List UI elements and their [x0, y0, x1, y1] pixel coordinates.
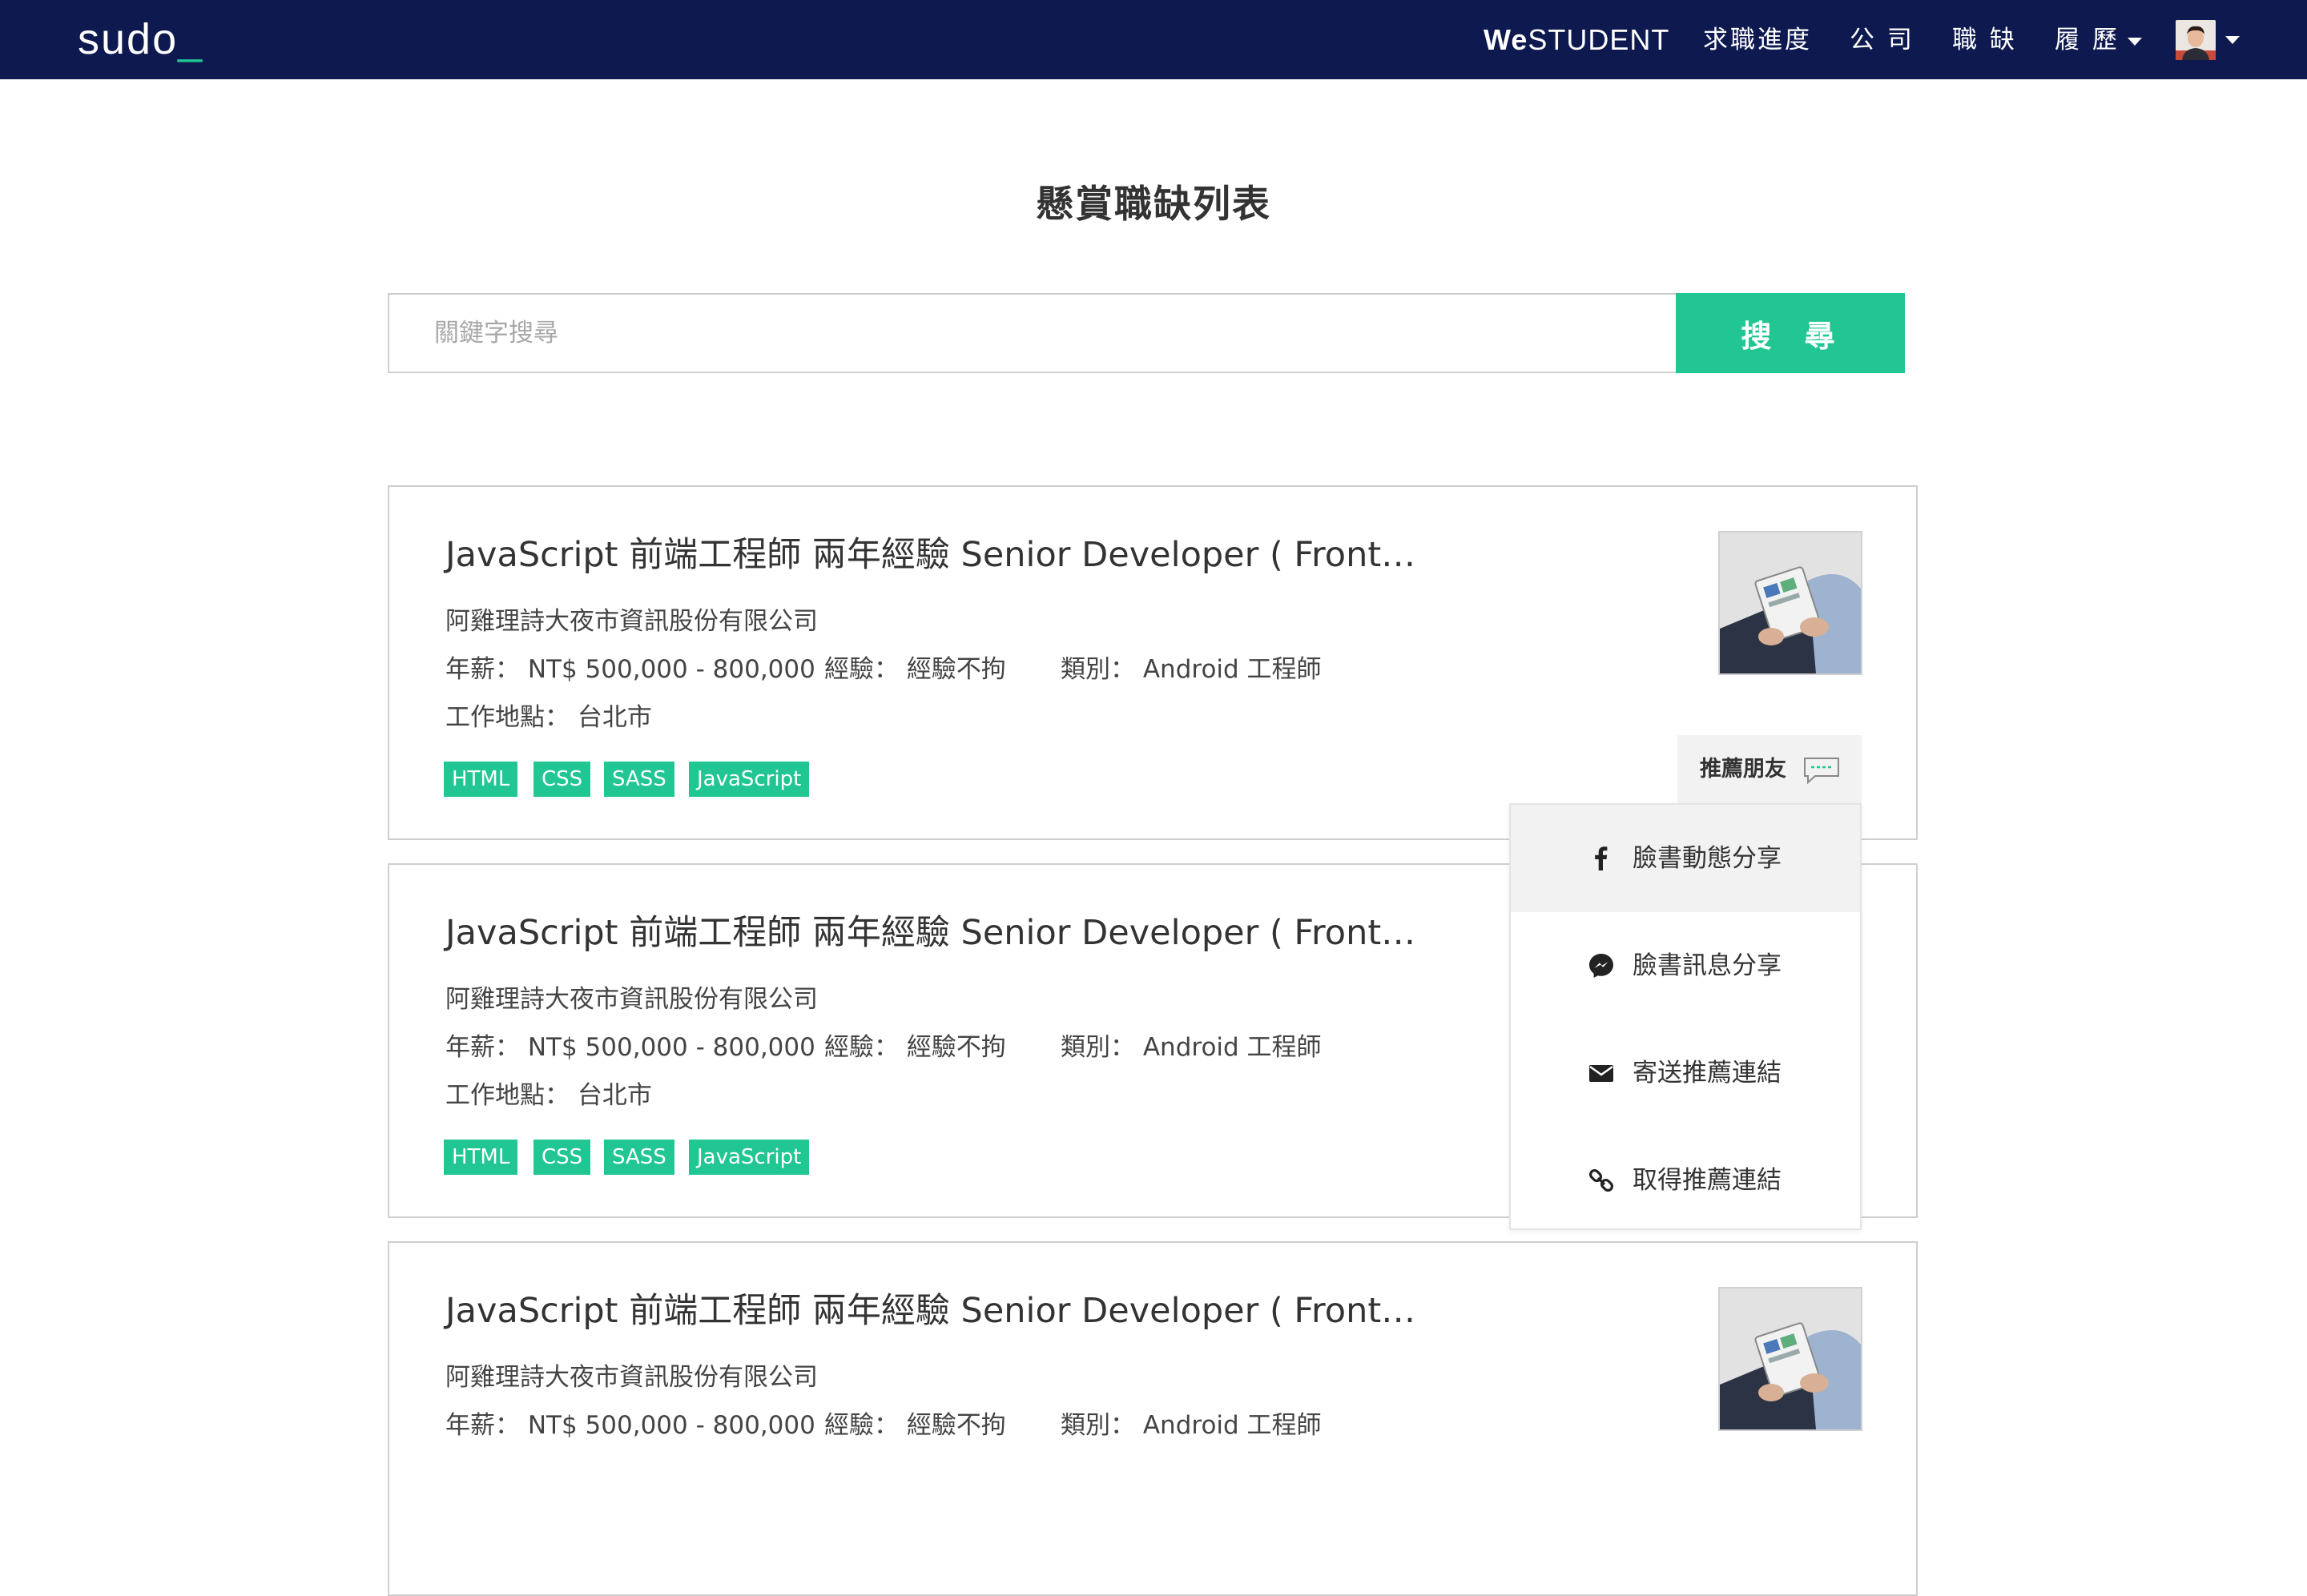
category-text: 類別： Android 工程師 — [1061, 1033, 1322, 1062]
nav-companies[interactable]: 公 司 — [1850, 22, 1914, 58]
brand-we-text: We — [1484, 23, 1528, 56]
tablet-photo-image — [1720, 1288, 1861, 1429]
avatar — [2176, 20, 2216, 60]
location-text: 工作地點： 台北市 — [445, 1081, 652, 1110]
envelope-icon — [1589, 1065, 1613, 1082]
company-name: 阿雞理詩大夜市資訊股份有限公司 — [445, 1363, 818, 1392]
job-title-link[interactable]: JavaScript 前端工程師 兩年經驗 Senior Developer (… — [445, 1283, 1415, 1339]
caret-down-icon — [2127, 37, 2142, 46]
tag-css[interactable]: CSS — [533, 762, 591, 797]
tag-html[interactable]: HTML — [444, 1140, 518, 1175]
recommend-friend-button[interactable]: 推薦朋友 — [1677, 735, 1862, 804]
nav-resume-dropdown[interactable]: 履 歷 — [2055, 22, 2142, 58]
nav-jobs[interactable]: 職 缺 — [1952, 22, 2017, 58]
send-referral-link-label: 寄送推薦連結 — [1633, 1059, 1782, 1087]
salary-text: 年薪： NT$ 500,000 - 800,000 — [445, 1033, 815, 1062]
tablet-photo-image — [1720, 533, 1861, 673]
tag-javascript[interactable]: JavaScript — [689, 1140, 810, 1175]
job-title-link[interactable]: JavaScript 前端工程師 兩年經驗 Senior Developer (… — [445, 527, 1415, 583]
search-button[interactable]: 搜 尋 — [1676, 293, 1905, 373]
job-thumbnail-image[interactable] — [1718, 531, 1862, 675]
nav-job-progress[interactable]: 求職進度 — [1703, 22, 1812, 58]
get-referral-link-item[interactable]: 取得推薦連結 — [1511, 1127, 1860, 1234]
user-menu[interactable] — [2176, 20, 2264, 60]
recommend-friend-label: 推薦朋友 — [1700, 757, 1786, 782]
brand-student-text: STUDENT — [1528, 23, 1670, 56]
share-messenger-item[interactable]: 臉書訊息分享 — [1511, 912, 1860, 1019]
sudo-logo[interactable]: sudo_ — [78, 11, 203, 67]
category-text: 類別： Android 工程師 — [1061, 655, 1322, 684]
tag-sass[interactable]: SASS — [604, 762, 674, 797]
send-referral-link-item[interactable]: 寄送推薦連結 — [1511, 1019, 1860, 1127]
tag-sass[interactable]: SASS — [604, 1140, 674, 1175]
job-thumbnail-image[interactable] — [1718, 1287, 1862, 1431]
share-facebook-post-item[interactable]: 臉書動態分享 — [1511, 805, 1860, 912]
logo-cursor: _ — [178, 15, 204, 63]
user-menu-caret-icon — [2225, 36, 2240, 44]
share-facebook-post-label: 臉書動態分享 — [1633, 844, 1782, 873]
logo-text: sudo — [78, 15, 179, 63]
chat-bubble-icon — [1804, 758, 1839, 785]
experience-text: 經驗： 經驗不拘 — [824, 1033, 1006, 1062]
tag-css[interactable]: CSS — [533, 1140, 591, 1175]
tag-html[interactable]: HTML — [444, 762, 518, 797]
share-messenger-label: 臉書訊息分享 — [1633, 951, 1782, 980]
page-title: 懸賞職缺列表 — [1036, 183, 1271, 227]
location-text: 工作地點： 台北市 — [445, 703, 652, 732]
get-referral-link-label: 取得推薦連結 — [1633, 1166, 1782, 1195]
share-dropdown-menu: 臉書動態分享 臉書訊息分享 寄送推薦連結 取得推薦連結 — [1509, 803, 1862, 1230]
facebook-icon — [1595, 846, 1608, 870]
link-icon — [1588, 1168, 1614, 1192]
nav-resume-label: 履 歷 — [2055, 26, 2120, 54]
top-navbar: sudo_ WeSTUDENT 求職進度 公 司 職 缺 履 歷 — [0, 0, 2307, 79]
job-title-link[interactable]: JavaScript 前端工程師 兩年經驗 Senior Developer (… — [445, 905, 1415, 961]
tag-javascript[interactable]: JavaScript — [689, 762, 810, 797]
salary-text: 年薪： NT$ 500,000 - 800,000 — [445, 655, 815, 684]
keyword-search-input[interactable] — [388, 293, 1677, 373]
job-card: JavaScript 前端工程師 兩年經驗 Senior Developer (… — [388, 1241, 1918, 1596]
experience-text: 經驗： 經驗不拘 — [824, 655, 1006, 684]
westudent-brand-link[interactable]: WeSTUDENT — [1484, 22, 1669, 58]
company-name: 阿雞理詩大夜市資訊股份有限公司 — [445, 607, 818, 636]
messenger-icon — [1589, 954, 1613, 978]
company-name: 阿雞理詩大夜市資訊股份有限公司 — [445, 985, 818, 1014]
user-avatar-icon — [2176, 20, 2216, 60]
